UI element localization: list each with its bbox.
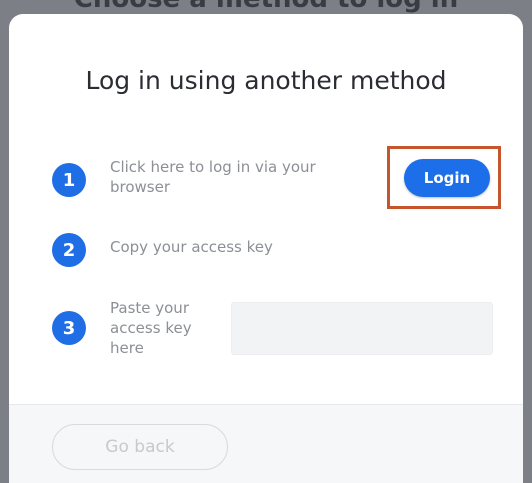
dialog-footer: Go back [9, 404, 523, 483]
access-key-input[interactable] [231, 302, 493, 355]
step-1-badge: 1 [52, 163, 86, 197]
step-3-text: Paste your access key here [110, 299, 192, 357]
go-back-button[interactable]: Go back [52, 424, 228, 470]
step-2-text: Copy your access key [110, 238, 273, 256]
step-1-text: Click here to log in via your browser [110, 158, 316, 196]
step-3-badge: 3 [52, 311, 86, 345]
login-method-dialog: Log in using another method 1 Click here… [9, 14, 523, 483]
background-page-title: Choose a method to log in [0, 0, 532, 14]
login-button[interactable]: Login [404, 159, 490, 197]
step-2-badge: 2 [52, 233, 86, 267]
dialog-title: Log in using another method [85, 66, 447, 95]
